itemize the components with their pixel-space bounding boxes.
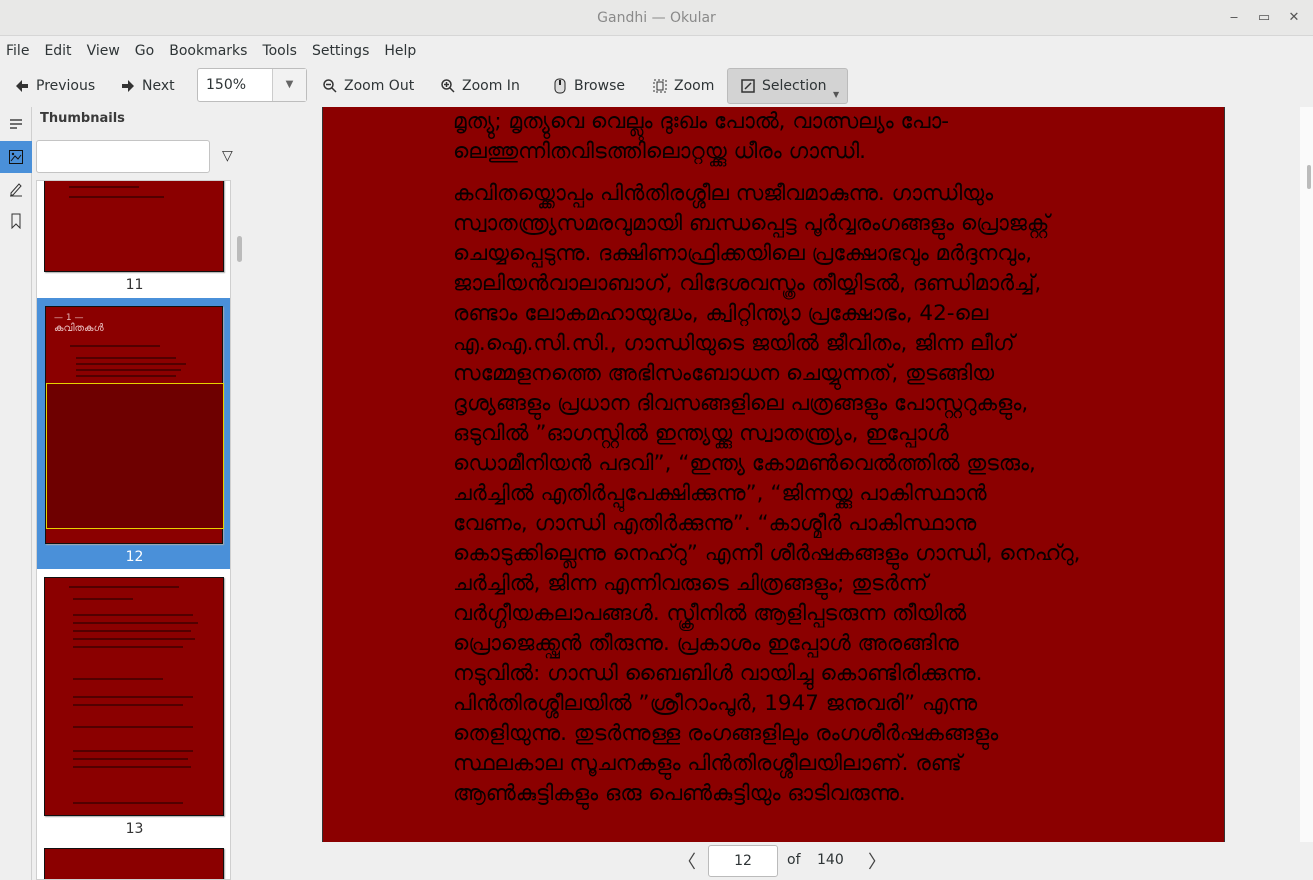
text-line: മൃത്യു; മൃത്യുവെ വെല്ലും ദുഃഖം പോൽ, വാത്…	[453, 109, 949, 134]
zoom-in-label: Zoom In	[462, 78, 520, 94]
document-scrollbar-handle[interactable]	[1307, 165, 1311, 189]
text-line: ചർച്ചിൽ എതിർപ്പുപേക്ഷിക്കുന്നു”, “ജിന്നയ…	[453, 481, 987, 506]
bookmark-icon	[11, 213, 21, 229]
text-line: ഡൊമീനിയൻ പദവി”, “ഇന്ത്യ കോമൺവെൽത്തിൽ തുട…	[453, 451, 1036, 476]
thumbnails-title: Thumbnails	[40, 111, 125, 126]
text-line: വർഗ്ഗീയകലാപങ്ങൾ. സ്ക്രീനിൽ ആളിപ്പടരുന്ന …	[453, 601, 967, 626]
menu-help[interactable]: Help	[384, 43, 416, 59]
next-label: Next	[142, 78, 175, 94]
document-scrollbar[interactable]	[1300, 107, 1313, 842]
text-line: വേണം, ഗാന്ധി എതിർക്കുന്നു”. “കാശ്മീർ പാക…	[453, 511, 977, 536]
menu-bar: File Edit View Go Bookmarks Tools Settin…	[0, 37, 1313, 64]
pen-icon	[10, 183, 22, 197]
browse-label: Browse	[574, 78, 625, 94]
bookmarks-panel-button[interactable]	[0, 205, 32, 237]
minimize-button[interactable]: ‒	[1226, 10, 1242, 26]
text-line: കൊടുക്കില്ലെന്നു നെഹ്റു” എന്നീ ശീർഷകങ്ങള…	[453, 541, 1081, 566]
page-of-label: of	[787, 852, 801, 868]
text-line: ആൺകുട്ടികളും ഒരു പെൺകുട്ടിയും ഓടിവരുന്നു…	[453, 781, 906, 806]
next-page-button[interactable]: 〉	[868, 848, 886, 874]
thumbnail-search-input[interactable]	[36, 140, 210, 173]
title-bar: Gandhi — Okular	[0, 0, 1313, 36]
zoom-level-combo[interactable]: 150% ▼	[197, 68, 307, 102]
page-text: മൃത്യു; മൃത്യുവെ വെല്ലും ദുഃഖം പോൽ, വാത്…	[453, 107, 1173, 821]
text-line: എ.ഐ.സി.സി., ഗാന്ധിയുടെ ജയിൽ ജീവിതം, ജിന്…	[453, 331, 1015, 356]
text-line: സ്വാതന്ത്ര്യസമരവുമായി ബന്ധപ്പെട്ട പൂർവ്വ…	[453, 211, 1050, 236]
thumbnail-page-11[interactable]	[44, 181, 224, 272]
selection-menu-arrow-icon[interactable]: ▼	[833, 90, 839, 99]
chevron-down-icon[interactable]: ▼	[272, 69, 306, 101]
next-button[interactable]: Next	[120, 74, 175, 98]
document-page: മൃത്യു; മൃത്യുവെ വെല്ലും ദുഃഖം പോൽ, വാത്…	[322, 107, 1225, 842]
paragraph: കവിതയ്ക്കൊപ്പം പിൻതിരശ്ശീല സജീവമാകുന്നു.…	[453, 179, 1173, 809]
zoom-in-button[interactable]: Zoom In	[440, 74, 520, 98]
thumbnail-heading: കവിതകൾ	[54, 323, 104, 334]
menu-settings[interactable]: Settings	[312, 43, 369, 59]
thumbnail-page-12[interactable]: — 1 — കവിതകൾ	[45, 306, 224, 544]
thumbnail-page-13[interactable]	[44, 577, 224, 816]
annotations-panel-button[interactable]	[0, 173, 32, 205]
toolbar: Previous Next 150% ▼ Zoom Out Zoom In Br…	[0, 66, 1313, 106]
thumbnail-label: 13	[125, 821, 144, 837]
document-view[interactable]: മൃത്യു; മൃത്യുവെ വെല്ലും ദുഃഖം പോൽ, വാത്…	[246, 107, 1300, 842]
menu-bookmarks[interactable]: Bookmarks	[169, 43, 247, 59]
zoom-in-icon	[441, 79, 455, 93]
previous-button[interactable]: Previous	[14, 74, 95, 98]
arrow-left-icon	[16, 80, 28, 92]
filter-icon[interactable]: ▽	[222, 148, 233, 164]
zoom-tool-label: Zoom	[674, 78, 715, 94]
text-line: ചർച്ചിൽ, ജിന്ന എന്നിവരുടെ ചിത്രങ്ങളും; ത…	[453, 571, 928, 596]
menu-view[interactable]: View	[87, 43, 120, 59]
menu-tools[interactable]: Tools	[262, 43, 297, 59]
text-line: രണ്ടാം ലോകമഹായുദ്ധം, ക്വിറ്റിന്ത്യാ പ്രക…	[453, 301, 989, 326]
text-line: പ്രൊജെക്ക്ഷൻ തീരുന്നു. പ്രകാശം ഇപ്പോൾ അര…	[453, 631, 959, 656]
previous-page-button[interactable]: 〈	[678, 848, 696, 874]
close-button[interactable]: ✕	[1286, 10, 1302, 26]
menu-file[interactable]: File	[6, 43, 29, 59]
text-line: സ്ഥലകാല സൂചനകളും പിൻതിരശ്ശീലയിലാണ്. രണ്ട…	[453, 751, 962, 776]
thumbnail-heading-number: — 1 —	[54, 313, 84, 323]
zoom-tool-button[interactable]: Zoom	[652, 74, 714, 98]
maximize-button[interactable]: ▭	[1256, 10, 1272, 26]
text-line: ദൃശ്യങ്ങളും പ്രധാന ദിവസങ്ങളിലെ പത്രങ്ങളു…	[453, 391, 1029, 416]
contents-panel-button[interactable]	[0, 109, 32, 141]
browse-tool-button[interactable]: Browse	[552, 74, 625, 98]
text-line: ജാലിയൻവാലാബാഗ്, വിദേശവസ്ത്രം തീയ്യിടൽ, ദ…	[453, 271, 1042, 296]
zoom-out-button[interactable]: Zoom Out	[322, 74, 414, 98]
text-line: തെളിയുന്നു. തുടർന്നുള്ള രംഗങ്ങളിലും രംഗശ…	[453, 721, 999, 746]
thumbnail-label: 11	[125, 277, 144, 293]
selection-tool-content[interactable]: Selection	[740, 74, 827, 98]
image-icon	[9, 150, 23, 164]
paragraph: മൃത്യു; മൃത്യുവെ വെല്ലും ദുഃഖം പോൽ, വാത്…	[453, 107, 1173, 167]
text-line: ലെത്തുന്നിതവിടത്തിലൊറ്റയ്ക്കു ധീരം ഗാന്ധ…	[453, 139, 866, 164]
previous-label: Previous	[36, 78, 96, 94]
text-line: ചെയ്യപ്പെടുന്നു. ദക്ഷിണാഫ്രിക്കയിലെ പ്രക…	[453, 241, 1033, 266]
mouse-icon	[554, 78, 566, 94]
table-of-contents-icon	[10, 119, 22, 129]
arrow-right-icon	[122, 80, 134, 92]
thumbnail-label: 12	[125, 549, 144, 565]
text-selection-rectangle	[46, 383, 224, 529]
text-line: നടുവിൽ: ഗാന്ധി ബൈബിൾ വായിച്ചു കൊണ്ടിരിക്…	[453, 661, 983, 686]
zoom-area-icon	[653, 79, 667, 93]
thumbnail-scrollbar[interactable]	[237, 236, 242, 262]
thumbnail-list[interactable]: 11 — 1 — കവിതകൾ 12 13	[36, 180, 231, 880]
selection-label: Selection	[762, 78, 827, 94]
text-line: ഒടുവിൽ ”ഓഗസ്റ്റിൽ ഇന്ത്യയ്ക്കു സ്വാതന്ത്…	[453, 421, 949, 446]
menu-go[interactable]: Go	[135, 43, 154, 59]
zoom-out-icon	[323, 79, 337, 93]
thumbnails-panel-button[interactable]	[0, 141, 32, 173]
page-total: 140	[817, 852, 844, 868]
page-number-input[interactable]: 12	[708, 845, 778, 877]
text-line: കവിതയ്ക്കൊപ്പം പിൻതിരശ്ശീല സജീവമാകുന്നു.…	[453, 181, 994, 206]
zoom-out-label: Zoom Out	[344, 78, 415, 94]
selection-icon	[741, 79, 755, 93]
text-line: പിൻതിരശ്ശീലയിൽ ”ശ്രീറാംപൂർ, 1947 ജനുവരി”…	[453, 691, 978, 716]
menu-edit[interactable]: Edit	[44, 43, 71, 59]
sidebar-panel-switcher	[0, 107, 32, 880]
thumbnail-page-14[interactable]	[44, 848, 224, 879]
text-line: സമ്മേളനത്തെ അഭിസംബോധന ചെയ്യുന്നത്, തുടങ്…	[453, 361, 995, 386]
window-title: Gandhi — Okular	[597, 10, 716, 26]
zoom-level-value[interactable]: 150%	[198, 69, 272, 101]
